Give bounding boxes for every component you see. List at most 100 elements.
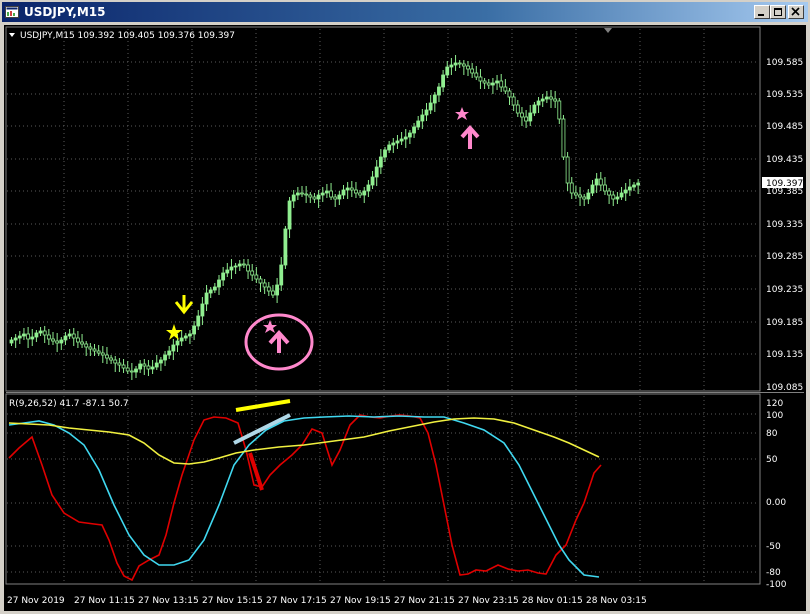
candle-body bbox=[208, 289, 213, 294]
candle-body bbox=[536, 100, 541, 106]
candle-body bbox=[63, 335, 68, 341]
candle-body bbox=[179, 337, 184, 342]
indicator-tick: 120 bbox=[766, 399, 783, 409]
candle-body bbox=[486, 82, 491, 86]
price-tick: 109.135 bbox=[766, 350, 803, 360]
candle-body bbox=[138, 363, 143, 370]
candle-body bbox=[441, 74, 446, 88]
candle-body bbox=[283, 228, 288, 266]
indicator-panel[interactable] bbox=[5, 393, 761, 585]
minimize-button[interactable] bbox=[754, 5, 770, 19]
candle-body bbox=[271, 290, 275, 296]
candle-body bbox=[188, 333, 192, 337]
title-bar[interactable]: USDJPY,M15 bbox=[2, 2, 808, 22]
candle-body bbox=[358, 192, 363, 196]
candle-body bbox=[557, 100, 562, 120]
candle-body bbox=[100, 352, 105, 356]
candle-body bbox=[478, 76, 483, 82]
candle-body bbox=[17, 335, 22, 339]
candle-body bbox=[399, 138, 404, 142]
window-title: USDJPY,M15 bbox=[24, 5, 106, 19]
candle-body bbox=[349, 187, 354, 191]
price-tick: 109.435 bbox=[766, 155, 803, 165]
indicator-header: R(9,26,52) 41.7 -87.1 50.7 bbox=[9, 399, 129, 409]
candle-body bbox=[221, 272, 226, 281]
candle-body bbox=[437, 86, 441, 96]
candle-body bbox=[341, 189, 346, 196]
indicator-tick: 0.00 bbox=[766, 498, 786, 508]
candle-body bbox=[374, 166, 379, 178]
candle-body bbox=[38, 330, 43, 334]
price-tick: 109.185 bbox=[766, 318, 803, 328]
candle-body bbox=[171, 344, 176, 352]
candle-body bbox=[175, 340, 180, 346]
candle-body bbox=[109, 357, 113, 361]
close-button[interactable] bbox=[788, 5, 804, 19]
candle-body bbox=[117, 362, 122, 366]
candle-body bbox=[13, 337, 18, 341]
candle-body bbox=[105, 354, 109, 359]
candle-body bbox=[424, 109, 429, 116]
time-tick: 27 Nov 17:15 bbox=[266, 596, 327, 606]
candle-body bbox=[383, 149, 387, 158]
candle-body bbox=[453, 62, 458, 66]
candle-body bbox=[88, 346, 93, 350]
indicator-tick: 50 bbox=[766, 455, 778, 465]
candle-body bbox=[416, 120, 421, 128]
candle-body bbox=[354, 189, 358, 194]
candle-body bbox=[345, 187, 350, 191]
chart-area[interactable]: USDJPY,M15 109.392 109.405 109.376 109.3… bbox=[4, 25, 806, 611]
candle-body bbox=[403, 136, 408, 140]
candle-body bbox=[540, 98, 545, 102]
candle-body bbox=[590, 184, 595, 194]
app-icon bbox=[5, 6, 19, 18]
candle-body bbox=[490, 82, 495, 86]
time-tick: 27 Nov 15:15 bbox=[202, 596, 263, 606]
candle-body bbox=[308, 194, 313, 198]
candle-body bbox=[598, 178, 603, 186]
price-tick: 109.335 bbox=[766, 220, 803, 230]
candle-body bbox=[461, 63, 466, 67]
candle-body bbox=[324, 190, 329, 194]
price-axis: 109.585 109.535 109.485 109.435 109.385 … bbox=[766, 58, 803, 393]
indicator-tick: -80 bbox=[766, 568, 781, 578]
restore-button[interactable] bbox=[770, 5, 786, 19]
price-tick: 109.585 bbox=[766, 58, 803, 68]
candle-body bbox=[275, 284, 280, 296]
candle-body bbox=[391, 142, 396, 146]
candle-body bbox=[636, 182, 641, 186]
candle-body bbox=[316, 194, 321, 200]
price-tick: 109.535 bbox=[766, 90, 803, 100]
candle-body bbox=[154, 362, 159, 368]
candle-body bbox=[470, 68, 475, 74]
candle-body bbox=[582, 196, 587, 200]
candle-body bbox=[507, 90, 512, 98]
candle-body bbox=[623, 189, 628, 194]
candle-body bbox=[586, 192, 591, 200]
candle-body bbox=[378, 156, 383, 168]
candle-body bbox=[46, 334, 51, 340]
price-header: USDJPY,M15 109.392 109.405 109.376 109.3… bbox=[20, 31, 235, 41]
candle-body bbox=[129, 370, 134, 373]
candle-body bbox=[515, 104, 520, 114]
candle-body bbox=[192, 325, 197, 335]
candle-body bbox=[22, 333, 26, 337]
candle-body bbox=[212, 286, 217, 291]
price-tick: 109.285 bbox=[766, 252, 803, 262]
time-tick: 27 Nov 19:15 bbox=[330, 596, 391, 606]
price-tick: 109.485 bbox=[766, 122, 803, 132]
price-panel[interactable] bbox=[5, 26, 761, 392]
candle-body bbox=[55, 340, 60, 344]
candle-body bbox=[167, 350, 172, 356]
candle-body bbox=[200, 303, 205, 317]
minimize-icon bbox=[758, 14, 764, 16]
candle-body bbox=[233, 265, 238, 268]
candle-body bbox=[279, 264, 284, 286]
candle-body bbox=[603, 184, 607, 192]
price-tick: 109.235 bbox=[766, 285, 803, 295]
time-tick: 27 Nov 23:15 bbox=[458, 596, 519, 606]
candle-body bbox=[183, 335, 188, 339]
candle-body bbox=[113, 359, 118, 364]
candle-body bbox=[561, 118, 566, 158]
indicator-tick: 80 bbox=[766, 429, 778, 439]
